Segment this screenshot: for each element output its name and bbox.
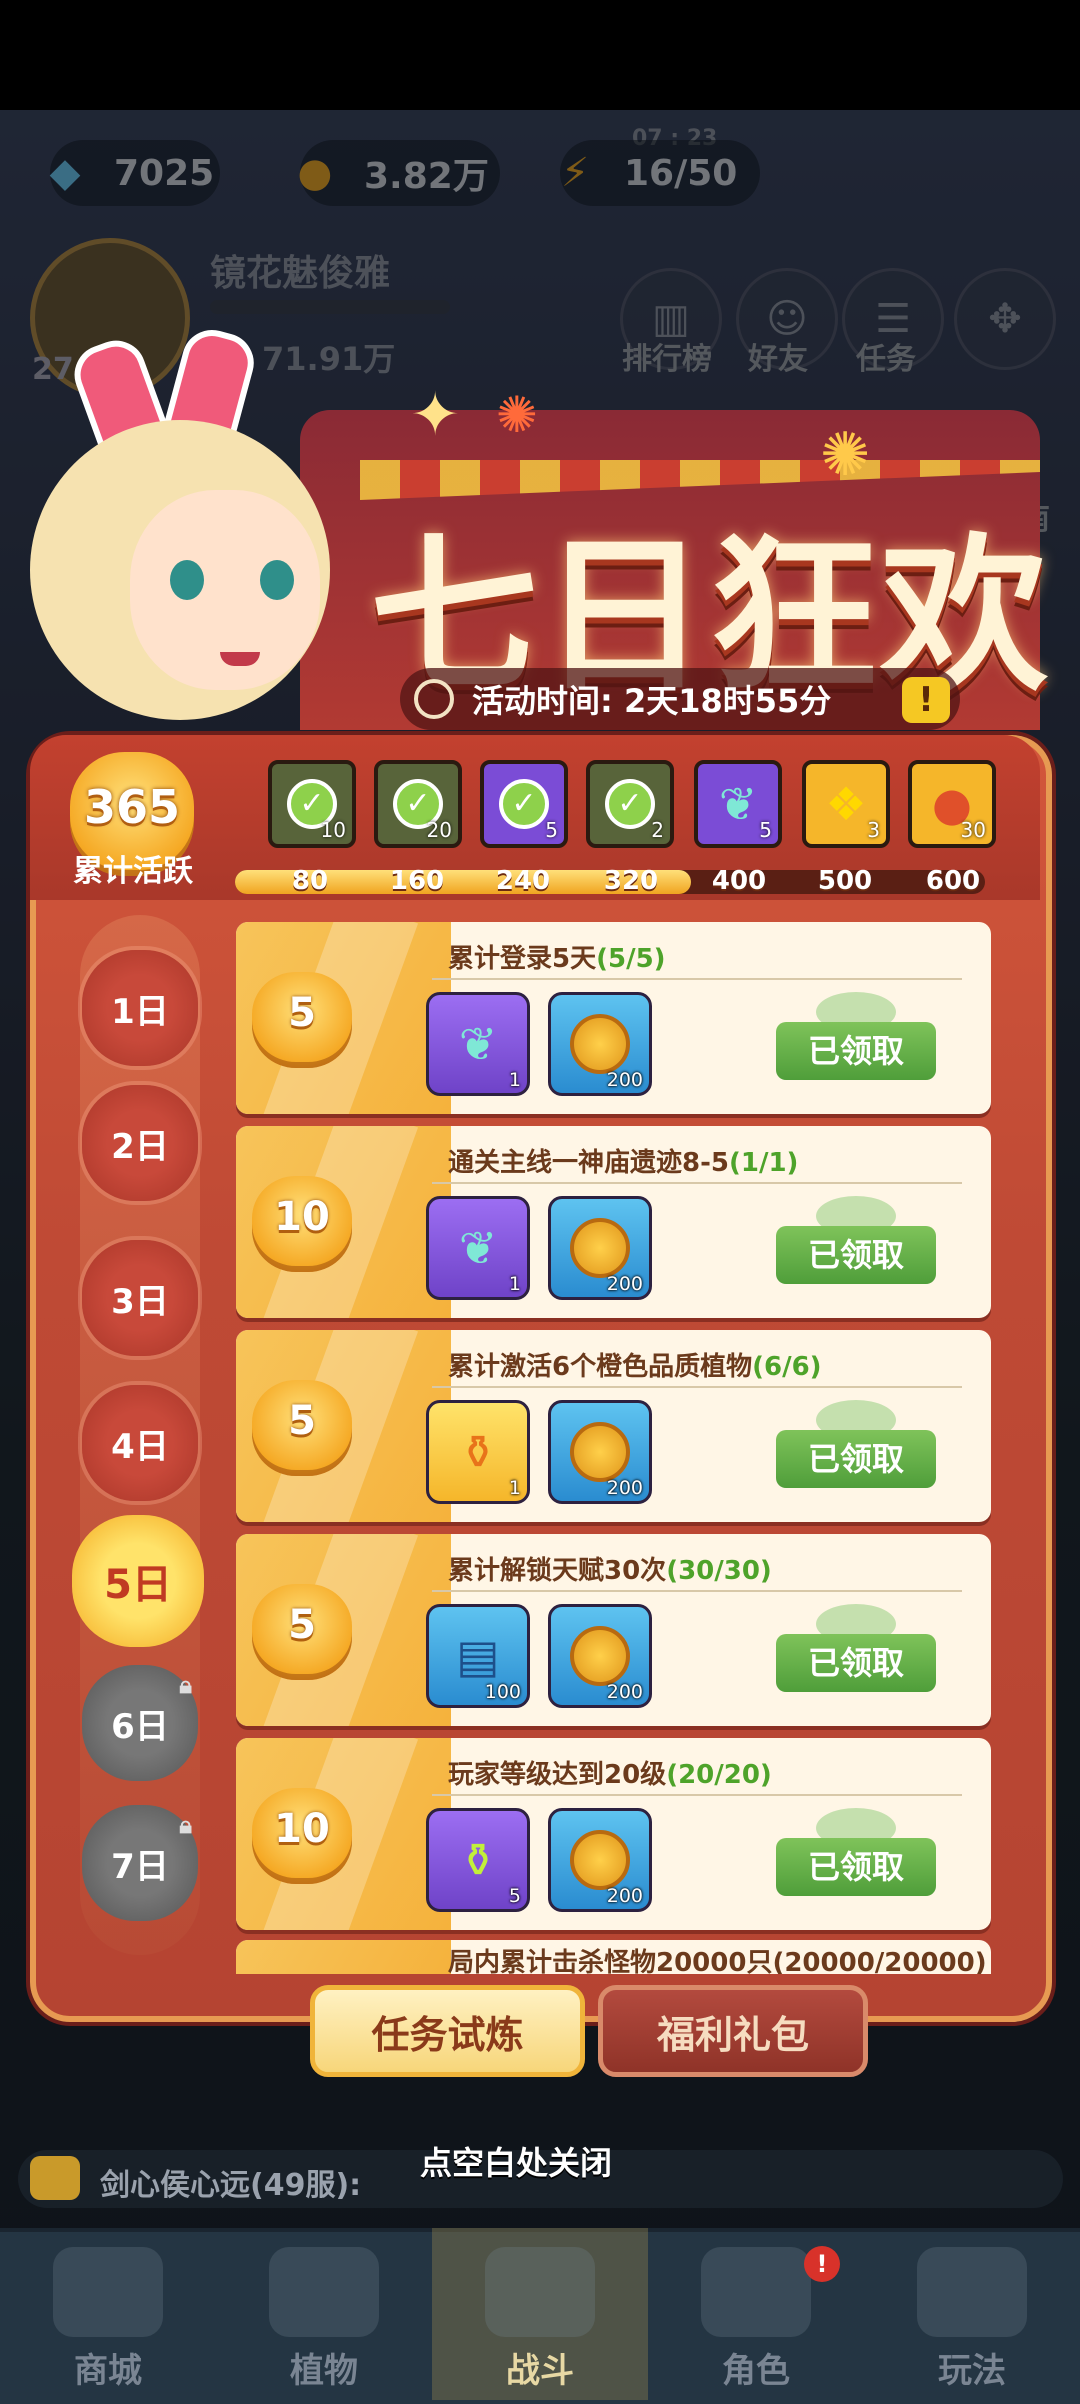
activity-label: 累计活跃 [73,854,193,889]
task-title: 玩家等级达到20级(20/20) [448,1760,772,1790]
chat-message: 剑心侯心远(49服): [100,2168,362,2203]
task-title: 累计登录5天(5/5) [448,944,666,974]
mascot-character [10,323,340,740]
milestone-reward-1[interactable]: ✓ 10 [268,760,356,848]
reward-coin[interactable]: 200 [548,1604,652,1708]
nav-shop[interactable]: 商城 [0,2228,216,2400]
progress-label: 400 [711,866,767,896]
clock-icon [414,679,454,719]
close-hint[interactable]: 点空白处关闭 [420,2138,612,2184]
book-icon: ▤ [456,1629,500,1683]
reward-potion[interactable]: ⚱ 1 [426,1400,530,1504]
milestone-reward-2[interactable]: ✓ 20 [374,760,462,848]
task-card-4: 5 累计解锁天赋30次(30/30) ▤ 100 200 已领取 [236,1534,991,1726]
claimed-button[interactable]: 已领取 [776,1634,936,1692]
gameplay-icon [917,2247,1027,2337]
coin-icon [570,1014,630,1074]
check-icon: ✓ [499,779,549,829]
coin-icon [570,1830,630,1890]
task-title: 累计解锁天赋30次(30/30) [448,1556,772,1586]
claimed-button[interactable]: 已领取 [776,1838,936,1896]
firework-icon: ✺ [820,420,871,490]
task-title: 通关主线一神庙遗迹8-5(1/1) [448,1148,799,1178]
fruit-icon: ❖ [825,777,867,831]
progress-label: 600 [925,866,981,896]
day-tab-1[interactable]: 1日 [82,950,198,1066]
chat-icon [30,2156,80,2200]
coin-icon [570,1218,630,1278]
reward-coin[interactable]: 200 [548,1196,652,1300]
milestone-reward-6[interactable]: ❖ 3 [802,760,890,848]
task-title: 累计激活6个橙色品质植物(6/6) [448,1352,822,1382]
day-tab-5[interactable]: 5日 [72,1515,204,1647]
nav-battle[interactable]: 战斗 [432,2228,648,2400]
reward-leaf[interactable]: ❦ 1 [426,992,530,1096]
day-tab-4[interactable]: 4日 [82,1385,198,1501]
milestone-reward-5[interactable]: ❦ 5 [694,760,782,848]
reward-potion[interactable]: ⚱ 5 [426,1808,530,1912]
activity-total: 365 [83,780,181,834]
reward-coin[interactable]: 200 [548,992,652,1096]
info-button[interactable]: ! [902,677,950,723]
status-bar [0,0,1080,110]
tab-welfare-gift[interactable]: 福利礼包 [598,1985,868,2077]
claimed-button[interactable]: 已领取 [776,1022,936,1080]
event-time-bar: 活动时间: 2天18时55分 [400,668,960,730]
progress-label: 320 [603,866,659,896]
reward-coin[interactable]: 200 [548,1808,652,1912]
milestone-reward-3[interactable]: ✓ 5 [480,760,568,848]
task-card-3: 5 累计激活6个橙色品质植物(6/6) ⚱ 1 200 已领取 [236,1330,991,1522]
progress-label: 500 [817,866,873,896]
leaf-icon: ❦ [458,1017,498,1071]
firework-icon: ✺ [496,386,538,444]
task-card-1: 5 累计登录5天(5/5) ❦ 1 200 已领取 [236,922,991,1114]
reward-leaf[interactable]: ❦ 1 [426,1196,530,1300]
potion-icon: ⚱ [458,1425,498,1479]
check-icon: ✓ [605,779,655,829]
tab-task-trial[interactable]: 任务试炼 [310,1985,585,2077]
task-title: 局内累计击杀怪物20000只(20000/20000) [448,1948,987,1974]
day-tab-2[interactable]: 2日 [82,1085,198,1201]
coin-icon [570,1422,630,1482]
potion-icon: ⚱ [458,1833,498,1887]
nav-gameplay[interactable]: 玩法 [864,2228,1080,2400]
progress-label: 80 [291,866,329,896]
shop-icon [53,2247,163,2337]
character-icon [701,2247,811,2337]
day-tab-6[interactable]: 6日 🔒︎ [82,1665,198,1781]
leaf-icon: ❦ [458,1221,498,1275]
sparkle-icon: ✦ [410,380,461,450]
event-time-text: 活动时间: 2天18时55分 [472,682,832,720]
task-card-6-partial: 局内累计击杀怪物20000只(20000/20000) [236,1940,991,1974]
nav-plants[interactable]: 植物 [216,2228,432,2400]
task-card-5: 10 玩家等级达到20级(20/20) ⚱ 5 200 已领取 [236,1738,991,1930]
leaf-icon: ❦ [718,777,758,831]
notification-badge: ! [804,2246,840,2282]
claimed-button[interactable]: 已领取 [776,1226,936,1284]
lock-icon: 🔒︎ [179,1811,192,1839]
milestone-reward-7[interactable]: ● 30 [908,760,996,848]
task-card-2: 10 通关主线一神庙遗迹8-5(1/1) ❦ 1 200 已领取 [236,1126,991,1318]
reward-coin[interactable]: 200 [548,1400,652,1504]
plant-icon [269,2247,379,2337]
coin-icon [570,1626,630,1686]
day-tab-7[interactable]: 7日 🔒︎ [82,1805,198,1921]
lock-icon: 🔒︎ [179,1671,192,1699]
milestone-reward-4[interactable]: ✓ 2 [586,760,674,848]
claimed-button[interactable]: 已领取 [776,1430,936,1488]
progress-label: 160 [389,866,445,896]
crossed-swords-icon [485,2247,595,2337]
reward-book[interactable]: ▤ 100 [426,1604,530,1708]
day-tab-3[interactable]: 3日 [82,1240,198,1356]
progress-label: 240 [495,866,551,896]
